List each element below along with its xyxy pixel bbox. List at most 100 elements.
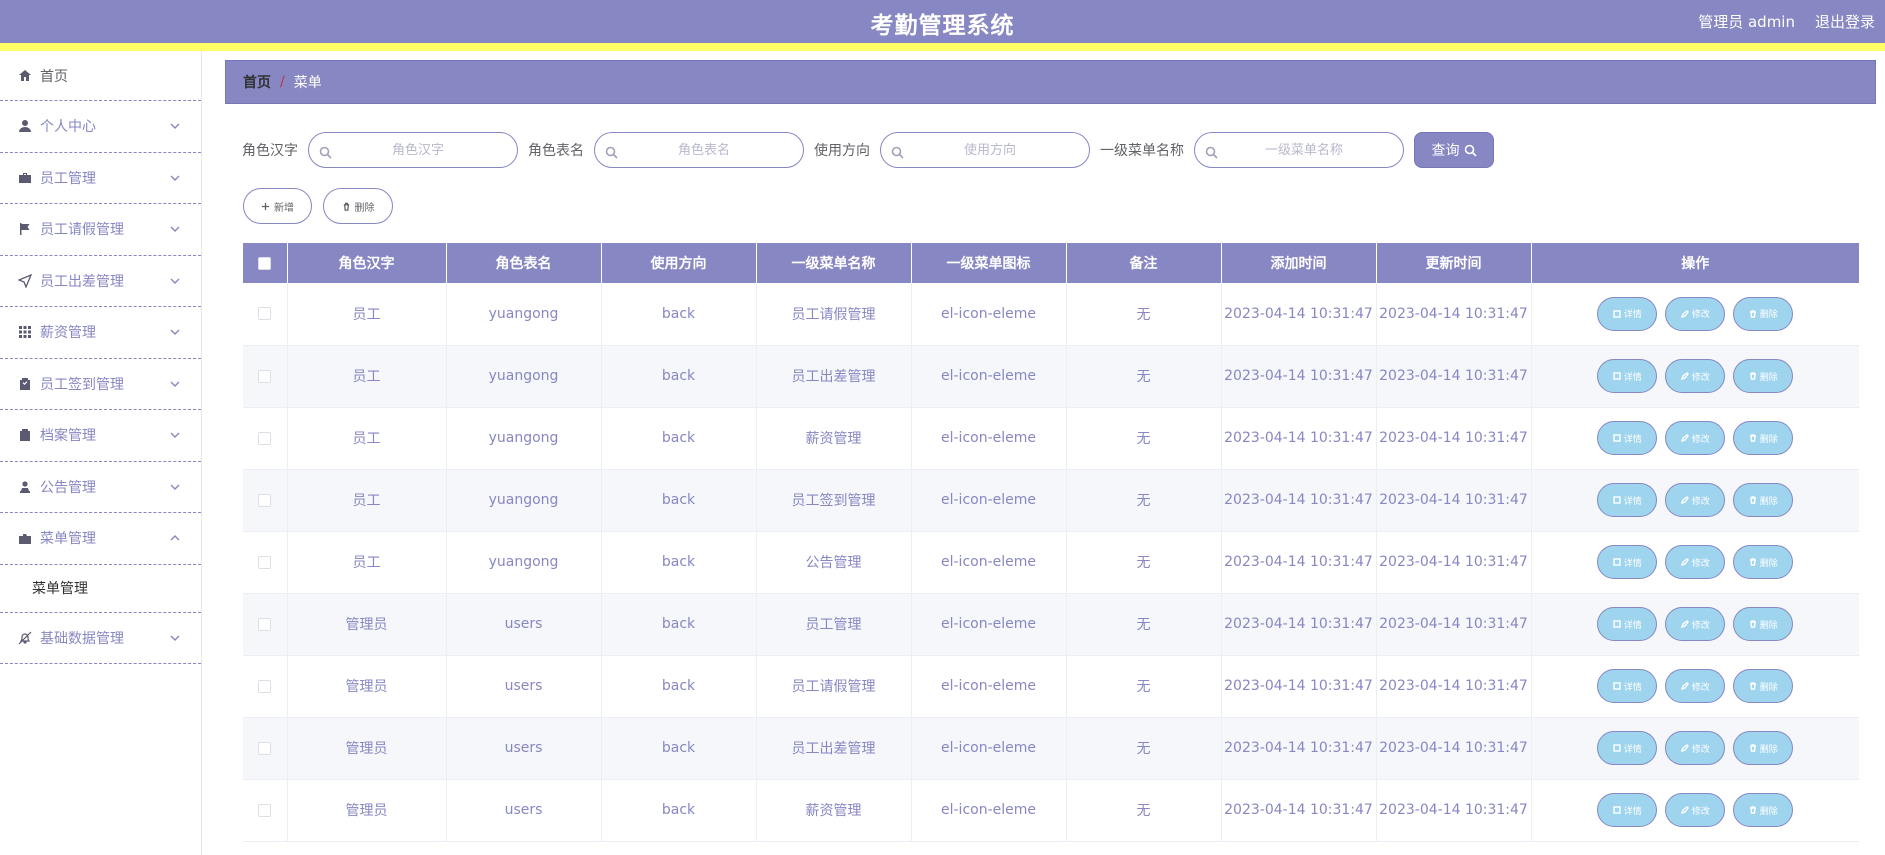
column-header-5: 备注 (1066, 243, 1222, 283)
sidebar-item-10[interactable]: 基础数据管理 (0, 613, 201, 664)
row-delete-button[interactable]: 删除 (1733, 669, 1794, 703)
sidebar-item-label: 首页 (40, 68, 68, 85)
search-input-0[interactable] (309, 133, 517, 167)
document-icon (1613, 310, 1621, 318)
table-cell: 无 (1066, 531, 1222, 594)
row-checkbox[interactable] (258, 617, 272, 631)
document-icon (1613, 682, 1621, 690)
row-delete-button[interactable]: 删除 (1733, 421, 1794, 455)
table-cell: el-icon-eleme (911, 655, 1067, 718)
row-delete-button[interactable]: 删除 (1733, 731, 1794, 765)
breadcrumb-home[interactable]: 首页 (243, 72, 271, 92)
detail-button[interactable]: 详情 (1597, 359, 1658, 393)
edit-button[interactable]: 修改 (1665, 731, 1726, 765)
logout-link[interactable]: 退出登录 (1815, 11, 1875, 32)
row-delete-button[interactable]: 删除 (1733, 296, 1794, 331)
trash-icon (1749, 558, 1756, 566)
add-button[interactable]: 新增 (243, 188, 312, 224)
edit-label: 修改 (1691, 496, 1710, 507)
delete-label: 删除 (1759, 496, 1778, 507)
data-table: 角色汉字 角色表名 使用方向 一级菜单名称 一级菜单图标 备注 添加时间 更新时间 操作 员工 y… (243, 243, 1859, 842)
sidebar-item-4[interactable]: 员工出差管理 (0, 256, 201, 307)
submenu-item-menu-management[interactable]: 菜单管理 (0, 565, 201, 613)
edit-button[interactable]: 修改 (1665, 421, 1726, 455)
trash-icon (1749, 744, 1756, 752)
row-delete-button[interactable]: 删除 (1733, 359, 1794, 393)
row-delete-button[interactable]: 删除 (1733, 607, 1794, 641)
row-checkbox[interactable] (258, 741, 272, 755)
detail-button[interactable]: 详情 (1597, 296, 1658, 331)
table-row: 管理员 users back 薪资管理 el-icon-eleme 无 2023-04-14… (243, 779, 1859, 842)
table-cell: yuangong (446, 407, 602, 470)
row-checkbox[interactable] (258, 803, 272, 817)
row-checkbox[interactable] (258, 679, 272, 693)
sidebar-item-0[interactable]: 首页 (0, 51, 201, 101)
search-input-3[interactable] (1195, 133, 1403, 167)
person-stamp-icon (18, 480, 32, 494)
row-checkbox[interactable] (258, 555, 272, 569)
edit-button[interactable]: 修改 (1665, 483, 1726, 517)
row-checkbox[interactable] (258, 493, 272, 507)
edit-button[interactable]: 修改 (1665, 296, 1726, 331)
table-cell: back (601, 345, 757, 408)
table-cell: 管理员 (287, 717, 447, 780)
detail-button[interactable]: 详情 (1597, 483, 1658, 517)
table-cell: back (601, 655, 757, 718)
table-cell: el-icon-eleme (911, 717, 1067, 780)
row-checkbox[interactable] (258, 307, 272, 321)
sidebar-item-9[interactable]: 菜单管理 (0, 513, 201, 565)
checklist-icon (18, 377, 32, 391)
delete-label: 删除 (1759, 620, 1778, 631)
detail-label: 详情 (1623, 806, 1642, 817)
table-cell: back (601, 531, 757, 594)
row-delete-button[interactable]: 删除 (1733, 483, 1794, 517)
sidebar-item-5[interactable]: 薪资管理 (0, 307, 201, 359)
table-cell: 2023-04-14 10:31:47 (1221, 779, 1377, 842)
delete-button[interactable]: 删除 (323, 188, 393, 224)
row-actions-cell: 详情 修改 删除 (1531, 469, 1859, 532)
table-cell: 2023-04-14 10:31:47 (1376, 469, 1532, 532)
grid-icon (18, 325, 32, 339)
search-label-1: 角色表名 (528, 143, 584, 159)
select-all-checkbox[interactable] (258, 256, 272, 270)
sidebar-item-3[interactable]: 员工请假管理 (0, 204, 201, 256)
query-button[interactable]: 查询 (1414, 132, 1494, 168)
trash-icon (1749, 372, 1756, 380)
row-delete-button[interactable]: 删除 (1733, 793, 1794, 827)
row-checkbox[interactable] (258, 369, 272, 383)
edit-button[interactable]: 修改 (1665, 607, 1726, 641)
search-icon (1205, 144, 1218, 159)
detail-button[interactable]: 详情 (1597, 669, 1658, 703)
chevron-down-icon (169, 275, 181, 287)
sidebar-item-label: 个人中心 (40, 119, 96, 136)
sidebar-item-7[interactable]: 档案管理 (0, 410, 201, 462)
table-cell: 2023-04-14 10:31:47 (1376, 779, 1532, 842)
table-cell: 2023-04-14 10:31:47 (1376, 345, 1532, 408)
detail-button[interactable]: 详情 (1597, 421, 1658, 455)
sidebar-item-8[interactable]: 公告管理 (0, 462, 201, 513)
edit-button[interactable]: 修改 (1665, 545, 1726, 579)
sidebar-item-6[interactable]: 员工签到管理 (0, 359, 201, 410)
column-header-2: 使用方向 (601, 243, 757, 283)
document-icon (1613, 744, 1621, 752)
detail-button[interactable]: 详情 (1597, 731, 1658, 765)
sidebar-item-1[interactable]: 个人中心 (0, 101, 201, 153)
row-checkbox[interactable] (258, 431, 272, 445)
table-cell: 2023-04-14 10:31:47 (1376, 407, 1532, 470)
sidebar-item-label: 员工管理 (40, 170, 96, 187)
sidebar-item-2[interactable]: 员工管理 (0, 153, 201, 204)
trash-icon (343, 202, 349, 211)
detail-button[interactable]: 详情 (1597, 607, 1658, 641)
table-cell: 无 (1066, 407, 1222, 470)
edit-button[interactable]: 修改 (1665, 793, 1726, 827)
detail-button[interactable]: 详情 (1597, 545, 1658, 579)
edit-button[interactable]: 修改 (1665, 359, 1726, 393)
select-all-cell (243, 243, 288, 283)
row-delete-button[interactable]: 删除 (1733, 545, 1794, 579)
row-select-cell (243, 283, 288, 346)
edit-button[interactable]: 修改 (1665, 669, 1726, 703)
search-input-2[interactable] (881, 133, 1089, 167)
table-row: 管理员 users back 员工出差管理 el-icon-eleme 无 2023-04-… (243, 717, 1859, 780)
detail-button[interactable]: 详情 (1597, 793, 1658, 827)
search-input-1[interactable] (595, 133, 803, 167)
